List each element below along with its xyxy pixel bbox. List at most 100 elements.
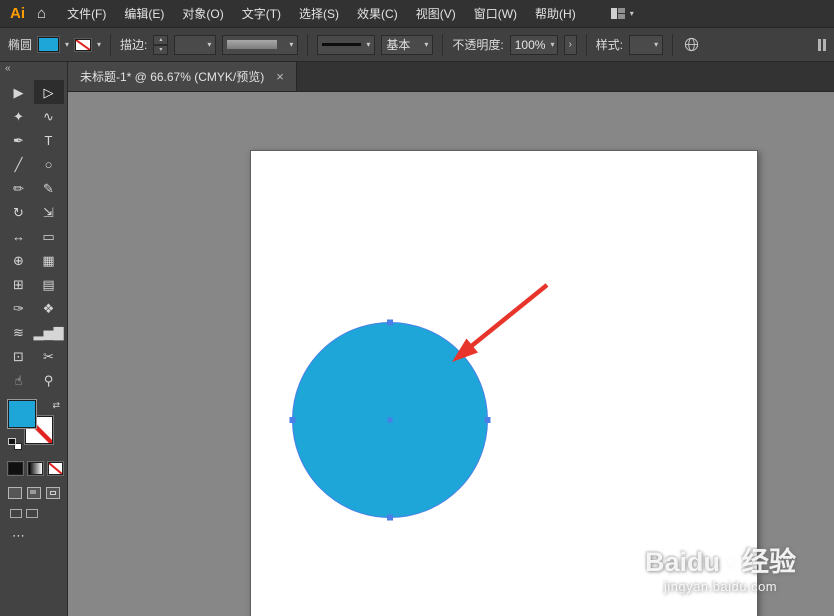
workspace-switcher[interactable]: ▾ [610, 8, 634, 19]
close-tab-icon[interactable]: × [276, 69, 284, 84]
pen-tool[interactable]: ✒ [4, 128, 34, 152]
tool-icon: T [44, 132, 53, 148]
ellipse-tool[interactable]: ○ [34, 152, 64, 176]
center-point[interactable] [387, 417, 393, 423]
tool-icon: ⊡ [13, 348, 24, 364]
column-graph-tool[interactable]: ▂▅▇ [34, 320, 64, 344]
lasso-tool[interactable]: ∿ [34, 104, 64, 128]
width-tool[interactable]: ↔ [4, 224, 34, 248]
stroke-weight-stepper[interactable]: ▴ ▾ [153, 34, 169, 55]
menu-item[interactable]: 编辑(E) [115, 0, 173, 27]
stroke-weight-label: 描边: [120, 38, 148, 52]
artboard-tool[interactable]: ⊡ [4, 344, 34, 368]
document-tab[interactable]: 未标题-1* @ 66.67% (CMYK/预览) × [68, 62, 297, 91]
panel-dock-toggle-icon[interactable] [818, 38, 826, 51]
opacity-select[interactable]: 100% ▾ [509, 34, 558, 55]
fill-color-swatch[interactable] [37, 36, 61, 53]
stroke-weight-select[interactable]: ▾ [174, 34, 217, 55]
tool-icon: ⊕ [13, 252, 24, 268]
shape-builder-tool[interactable]: ⊕ [4, 248, 34, 272]
anchor-point-right[interactable] [484, 417, 491, 423]
home-icon[interactable]: ⌂ [31, 5, 58, 22]
none-button[interactable] [47, 461, 64, 476]
swap-fill-stroke-icon[interactable]: ⇄ [52, 400, 60, 411]
fill-chevron-icon[interactable]: ▾ [65, 40, 69, 49]
zoom-tool[interactable]: ⚲ [34, 368, 64, 392]
tool-icon: ✑ [13, 300, 24, 316]
separator [672, 33, 674, 56]
tool-icon: ≋ [13, 324, 24, 340]
tool-icon: ▶ [13, 84, 24, 100]
menu-item[interactable]: 选择(S) [290, 0, 348, 27]
tool-icon: ☝ [14, 372, 23, 388]
anchor-point-bottom[interactable] [387, 514, 393, 521]
tool-icon: ▷ [43, 84, 54, 100]
tool-icon: ↻ [13, 204, 24, 220]
chevron-down-icon: ▾ [289, 39, 294, 49]
document-setup-globe-icon[interactable] [684, 37, 699, 52]
slice-tool[interactable]: ✂ [34, 344, 64, 368]
context-label: 椭圆 [8, 38, 33, 52]
draw-behind-button[interactable] [27, 487, 41, 499]
stroke-style-select[interactable]: ▾ [317, 34, 376, 55]
style-select[interactable]: ▾ [629, 34, 664, 55]
stroke-color-swatch[interactable] [74, 37, 93, 52]
color-button[interactable] [7, 461, 24, 476]
scale-tool[interactable]: ⇲ [34, 200, 64, 224]
magic-wand-tool[interactable]: ✦ [4, 104, 34, 128]
tool-icon: ╱ [14, 156, 23, 172]
chevron-down-icon: ▾ [366, 39, 371, 49]
anchor-point-top[interactable] [387, 319, 393, 326]
app-logo[interactable]: Ai [8, 5, 31, 22]
tool-icon: ▦ [42, 252, 55, 268]
eyedropper-tool[interactable]: ✑ [4, 296, 34, 320]
stepper-down-icon[interactable]: ▾ [153, 44, 169, 55]
illustrator-window: Ai ⌂ 文件(F) 编辑(E) 对象(O) 文字(T) 选择(S) 效果(C)… [0, 0, 834, 616]
line-tool[interactable]: ╱ [4, 152, 34, 176]
control-bar: 椭圆 ▾ ▾ 描边: ▴ ▾ ▾ ▾ ▾ 基本 ▾ 不透明度: 100% ▾ ›… [0, 28, 834, 62]
toolbar-overflow-icon[interactable]: ⋯ [12, 528, 67, 544]
hand-tool[interactable]: ☝ [4, 368, 34, 392]
gradient-button[interactable] [27, 461, 44, 476]
collapse-panel-icon[interactable]: « [0, 62, 67, 77]
mesh-tool[interactable]: ⊞ [4, 272, 34, 296]
pencil-tool[interactable]: ✎ [34, 176, 64, 200]
brush-definition-select[interactable]: 基本 ▾ [381, 34, 434, 55]
menu-item[interactable]: 对象(O) [173, 0, 232, 27]
brush-definition-value: 基本 [386, 38, 411, 52]
anchor-point-left[interactable] [289, 417, 296, 423]
canvas[interactable]: Baidu 经验 jingyan.baidu.com [68, 92, 834, 616]
width-profile-select[interactable]: ▾ [222, 34, 299, 55]
stepper-up-icon[interactable]: ▴ [153, 34, 169, 45]
draw-normal-button[interactable] [8, 487, 22, 499]
perspective-grid-tool[interactable]: ▦ [34, 248, 64, 272]
free-transform-tool[interactable]: ▭ [34, 224, 64, 248]
stroke-chevron-icon[interactable]: ▾ [97, 40, 101, 49]
direct-selection-tool[interactable]: ▷ [33, 80, 64, 104]
rotate-tool[interactable]: ↻ [4, 200, 34, 224]
menu-item[interactable]: 窗口(W) [465, 0, 526, 27]
draw-inside-button[interactable] [46, 487, 60, 499]
gradient-tool[interactable]: ▤ [34, 272, 64, 296]
menu-item[interactable]: 文字(T) [233, 0, 290, 27]
screen-mode-button[interactable] [10, 509, 67, 518]
workspace: « ▶ ▷ ✦ ∿ ✒ T ╱ ○ ✏ ✎ ↻ ⇲ ↔ ▭ ⊕ ▦ ⊞ ▤ ✑ … [0, 62, 834, 616]
type-tool[interactable]: T [34, 128, 64, 152]
canvas-overlay [289, 283, 549, 521]
menu-item[interactable]: 视图(V) [407, 0, 465, 27]
symbol-sprayer-tool[interactable]: ≋ [4, 320, 34, 344]
chevron-down-icon: ▾ [424, 39, 429, 49]
blend-tool[interactable]: ❖ [34, 296, 64, 320]
tool-icon: ○ [44, 156, 53, 172]
default-fill-stroke-icon[interactable] [8, 438, 22, 450]
paintbrush-tool[interactable]: ✏ [4, 176, 34, 200]
menu-item[interactable]: 文件(F) [58, 0, 115, 27]
tool-icon: ✦ [13, 108, 24, 124]
workspace-icon [610, 8, 625, 19]
menu-item[interactable]: 效果(C) [348, 0, 407, 27]
menu-item[interactable]: 帮助(H) [526, 0, 585, 27]
selection-tool[interactable]: ▶ [4, 80, 34, 104]
opacity-value: 100% [514, 37, 546, 52]
opacity-panel-button[interactable]: › [563, 34, 577, 55]
fill-swatch[interactable] [7, 399, 37, 429]
